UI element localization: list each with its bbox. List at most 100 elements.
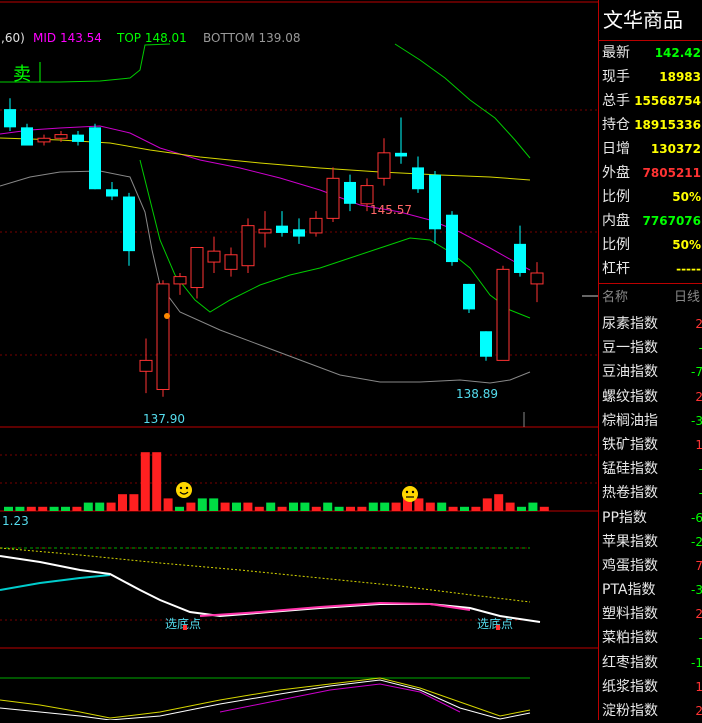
volume-bar xyxy=(482,498,492,511)
candle-body xyxy=(156,283,170,391)
list-item-change: 1 xyxy=(695,437,702,452)
list-item-change: -6 xyxy=(691,510,702,525)
volume-bar xyxy=(118,494,127,511)
candle-body xyxy=(207,250,221,263)
volume-bar xyxy=(437,502,447,511)
volume-bar xyxy=(163,498,173,511)
candle-body xyxy=(190,247,204,289)
list-item-change: -1 xyxy=(691,655,702,670)
candle-body xyxy=(496,268,510,361)
volume-bar xyxy=(505,502,515,511)
list-item[interactable]: PP指数 -6 xyxy=(599,506,702,530)
volume-bar xyxy=(517,506,526,511)
volume-bar xyxy=(175,506,184,511)
list-item-change: -2 xyxy=(691,534,702,549)
candle-body xyxy=(412,167,424,190)
candle-body xyxy=(89,127,101,190)
quote-value: 50% xyxy=(672,190,701,204)
volume-bars xyxy=(4,452,549,511)
quote-value: ----- xyxy=(676,262,701,276)
list-item[interactable]: 菜粕指数 - xyxy=(599,626,702,650)
candle-body xyxy=(37,137,51,143)
list-item-name: 苹果指数 xyxy=(602,533,658,550)
list-item[interactable]: 螺纹指数 2 xyxy=(599,385,702,409)
list-item[interactable]: 红枣指数 -1 xyxy=(599,651,702,675)
low-label-1: 137.90 xyxy=(143,412,185,426)
volume-bar xyxy=(277,506,287,511)
list-item[interactable]: 豆油指数 -7 xyxy=(599,360,702,384)
indicator-params: ,60) xyxy=(1,31,25,45)
volume-bar xyxy=(346,506,355,511)
list-item[interactable]: 热卷指数 - xyxy=(599,481,702,505)
list-item-name: 鸡蛋指数 xyxy=(602,557,658,574)
candle-body xyxy=(463,283,475,310)
volume-bar xyxy=(425,502,435,511)
list-item-change: - xyxy=(699,336,702,360)
quote-row: 现手 18983 xyxy=(599,65,702,89)
candle-body xyxy=(123,196,135,252)
volume-bar xyxy=(61,506,70,511)
kline-chart[interactable]: ,60) MID 143.54 TOP 148.01 BOTTOM 139.08… xyxy=(0,0,598,720)
sidebar-title: 文华商品 xyxy=(599,0,702,41)
candle-body xyxy=(54,134,68,139)
candle-body xyxy=(224,254,238,270)
volume-bar xyxy=(197,498,207,511)
volume-bar xyxy=(460,506,469,511)
quote-sidebar: 文华商品 最新 142.42 现手 18983 总手 15568754 持仓 18915336… xyxy=(598,0,702,720)
volume-bar xyxy=(15,506,25,511)
quote-value: 50% xyxy=(672,238,701,252)
volume-bar xyxy=(380,502,390,511)
list-header: 名称 日线 xyxy=(599,283,702,312)
neutral-face-icon xyxy=(402,486,418,502)
candle-body xyxy=(21,127,33,146)
smile-icon xyxy=(176,482,192,498)
list-item-name: 豆油指数 xyxy=(602,364,658,381)
list-item-name: PTA指数 xyxy=(602,582,656,599)
candle-body xyxy=(377,152,391,179)
list-item-name: 纸浆指数 xyxy=(602,678,658,695)
list-item[interactable]: 尿素指数 2 xyxy=(599,312,702,336)
list-item-change: 2 xyxy=(695,389,702,404)
candle-body xyxy=(293,229,305,237)
list-item[interactable]: 塑料指数 2 xyxy=(599,602,702,626)
volume-bar xyxy=(391,502,401,511)
volume-bar xyxy=(26,506,36,511)
list-item[interactable]: 棕榈油指 -3 xyxy=(599,409,702,433)
candle-body xyxy=(276,225,288,233)
list-item[interactable]: 锰硅指数 - xyxy=(599,457,702,481)
quote-label: 杠杆 xyxy=(602,261,630,277)
candle-body xyxy=(446,214,458,263)
list-item[interactable]: 淀粉指数 2 xyxy=(599,699,702,723)
list-item-name: 铁矿指数 xyxy=(602,436,658,453)
quote-value: 18983 xyxy=(659,70,701,84)
list-item-name: 红枣指数 xyxy=(602,654,658,671)
quote-row: 最新 142.42 xyxy=(599,41,702,65)
list-item-name: 棕榈油指 xyxy=(602,412,658,429)
list-item-change: 2 xyxy=(695,704,702,718)
quote-row: 内盘 7767076 xyxy=(599,209,702,233)
volume-bar xyxy=(448,506,458,511)
candle-body xyxy=(72,134,84,142)
list-item[interactable]: 苹果指数 -2 xyxy=(599,530,702,554)
list-item[interactable]: 铁矿指数 1 xyxy=(599,433,702,457)
candles-group xyxy=(4,98,544,397)
list-item[interactable]: 豆一指数 - xyxy=(599,336,702,360)
quote-label: 总手 xyxy=(602,93,630,109)
list-item-name: 菜粕指数 xyxy=(602,630,658,647)
list-header-name: 名称 xyxy=(602,290,629,305)
list-item-name: 锰硅指数 xyxy=(602,461,658,478)
list-item[interactable]: 纸浆指数 1 xyxy=(599,675,702,699)
quote-value: 130372 xyxy=(650,142,701,156)
candle-body xyxy=(4,109,16,128)
quote-row: 比例 50% xyxy=(599,185,702,209)
volume-bar xyxy=(209,498,219,511)
volume-bar xyxy=(300,502,310,511)
candle-body xyxy=(530,272,544,285)
signal-dot xyxy=(164,313,170,319)
list-item[interactable]: 鸡蛋指数 7 xyxy=(599,554,702,578)
volume-bar xyxy=(323,502,333,511)
quote-row: 总手 15568754 xyxy=(599,89,702,113)
list-item[interactable]: PTA指数 -3 xyxy=(599,578,702,602)
candle-body xyxy=(326,177,340,219)
candle-body xyxy=(309,217,323,234)
